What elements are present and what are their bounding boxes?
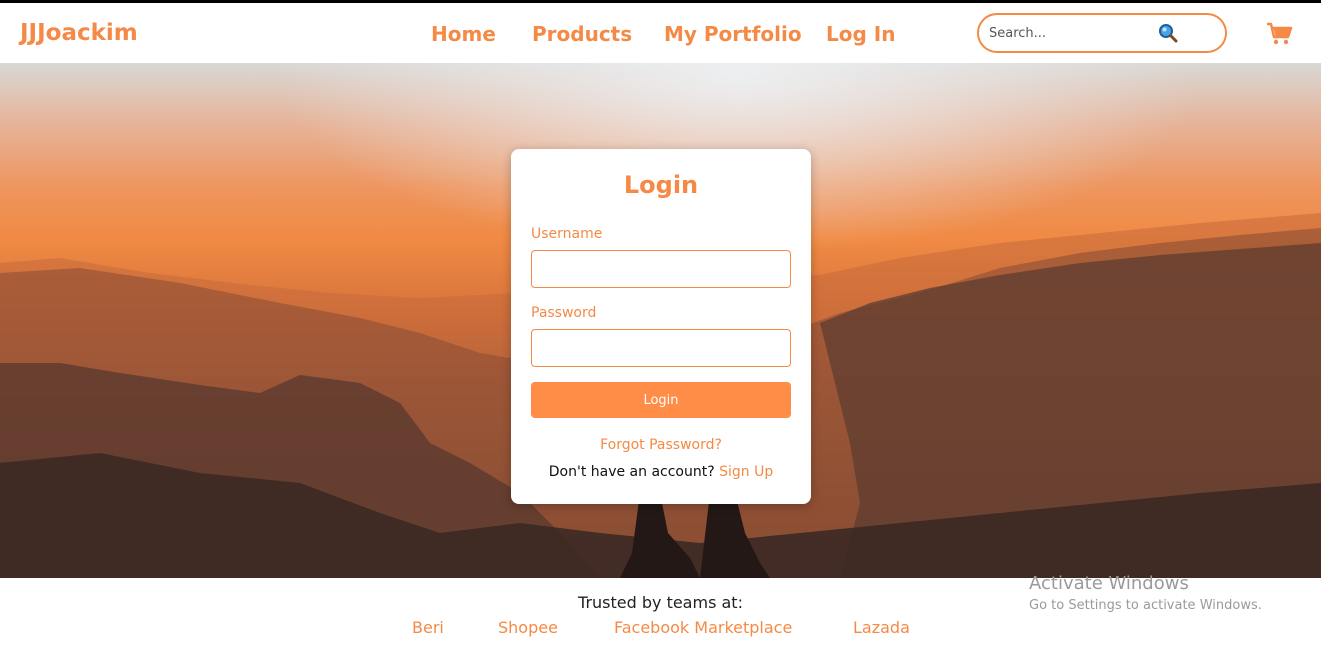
signup-link[interactable]: Sign Up: [719, 464, 773, 480]
nav-products-link[interactable]: Products: [532, 22, 632, 46]
login-button[interactable]: Login: [531, 382, 791, 418]
brand-logo[interactable]: JJJoackim: [20, 20, 138, 46]
magnifier-icon[interactable]: [1157, 22, 1179, 44]
login-card: Login Username Password Login Forgot Pas…: [511, 149, 811, 504]
nav-home-link[interactable]: Home: [431, 22, 496, 46]
navbar: JJJoackim Home Products My Portfolio Log…: [0, 3, 1321, 63]
search-input[interactable]: [989, 21, 1149, 45]
activate-windows-subtitle: Go to Settings to activate Windows.: [1029, 598, 1262, 613]
search-box: [977, 13, 1227, 53]
partner-lazada[interactable]: Lazada: [853, 618, 910, 637]
activate-windows-title: Activate Windows: [1029, 573, 1189, 594]
partner-beri[interactable]: Beri: [412, 618, 444, 637]
username-field[interactable]: [531, 250, 791, 288]
partner-facebook-marketplace[interactable]: Facebook Marketplace: [614, 618, 792, 637]
nav-login-link[interactable]: Log In: [826, 22, 895, 46]
nav-portfolio-link[interactable]: My Portfolio: [664, 22, 802, 46]
username-label: Username: [531, 226, 603, 242]
forgot-password-link[interactable]: Forgot Password?: [511, 437, 811, 453]
password-label: Password: [531, 305, 597, 321]
signup-prompt: Don't have an account? Sign Up: [511, 464, 811, 480]
login-title: Login: [623, 171, 699, 199]
partner-shopee[interactable]: Shopee: [498, 618, 558, 637]
shopping-cart-icon[interactable]: [1266, 22, 1293, 46]
no-account-text: Don't have an account?: [548, 464, 715, 480]
password-field[interactable]: [531, 329, 791, 367]
